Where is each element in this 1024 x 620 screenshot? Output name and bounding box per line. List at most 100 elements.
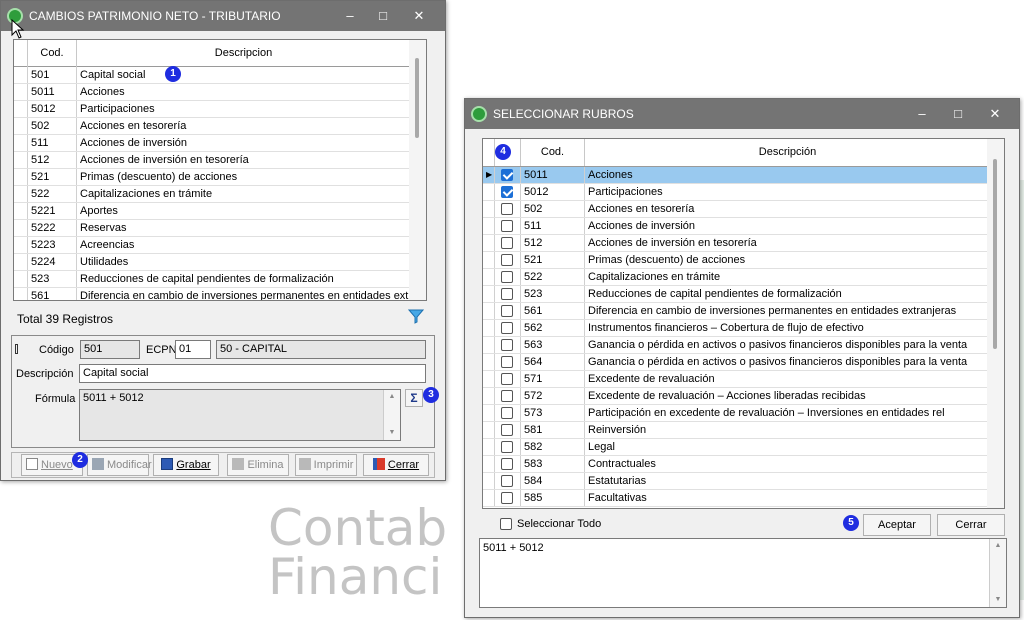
table-row[interactable]: 563 Ganancia o pérdida en activos o pasiv… — [483, 337, 989, 354]
row-checkbox[interactable] — [501, 271, 513, 283]
table-row[interactable]: 522 Capitalizaciones en trámite — [483, 269, 989, 286]
table-row[interactable]: ▶ 5011 Acciones — [483, 167, 989, 184]
row-selector[interactable] — [483, 184, 495, 200]
row-checkbox[interactable] — [501, 169, 513, 181]
modificar-button[interactable]: Modificar — [87, 454, 152, 476]
window2-titlebar[interactable]: SELECCIONAR RUBROS – □ ✕ — [465, 99, 1019, 129]
table-row[interactable]: 5012 Participaciones — [14, 101, 411, 118]
row-selector[interactable] — [483, 218, 495, 234]
row-selector[interactable] — [14, 288, 28, 300]
minimize-button[interactable]: – — [909, 103, 935, 125]
formula-field[interactable]: 5011 + 5012 — [79, 389, 401, 441]
row-selector[interactable] — [14, 135, 28, 151]
row-checkbox[interactable] — [501, 441, 513, 453]
table-scrollbar[interactable] — [409, 40, 426, 300]
row-checkbox[interactable] — [501, 356, 513, 368]
scrollbar-thumb[interactable] — [993, 159, 997, 349]
table-row[interactable]: 5224 Utilidades — [14, 254, 411, 271]
row-checkbox[interactable] — [501, 237, 513, 249]
column-cod[interactable]: Cod. — [521, 139, 585, 166]
row-selector[interactable] — [483, 269, 495, 285]
table-row[interactable]: 562 Instrumentos financieros – Cobertura … — [483, 320, 989, 337]
row-selector[interactable] — [483, 354, 495, 370]
column-descripcion[interactable]: Descripción — [585, 139, 990, 166]
row-checkbox[interactable] — [501, 492, 513, 504]
row-checkbox[interactable] — [501, 288, 513, 300]
cerrar-button[interactable]: Cerrar — [363, 454, 429, 476]
column-descripcion[interactable]: Descripcion — [77, 40, 410, 67]
row-selector[interactable] — [483, 337, 495, 353]
table-scrollbar[interactable] — [987, 139, 1004, 508]
table-row[interactable]: 5222 Reservas — [14, 220, 411, 237]
window1-titlebar[interactable]: CAMBIOS PATRIMONIO NETO - TRIBUTARIO – □… — [1, 1, 445, 31]
table-row[interactable]: 5221 Aportes — [14, 203, 411, 220]
codigo-field[interactable]: 501 — [80, 340, 140, 359]
table-row[interactable]: 564 Ganancia o pérdida en activos o pasiv… — [483, 354, 989, 371]
maximize-button[interactable]: □ — [370, 5, 396, 27]
row-checkbox[interactable] — [501, 475, 513, 487]
row-selector[interactable] — [483, 422, 495, 438]
table-row[interactable]: 521 Primas (descuento) de acciones — [14, 169, 411, 186]
row-selector[interactable] — [14, 220, 28, 236]
row-selector[interactable] — [14, 84, 28, 100]
table-row[interactable]: 511 Acciones de inversión — [483, 218, 989, 235]
table-row[interactable]: 502 Acciones en tesorería — [483, 201, 989, 218]
row-selector[interactable] — [483, 320, 495, 336]
row-checkbox[interactable] — [501, 203, 513, 215]
table-row[interactable]: 561 Diferencia en cambio de inversiones p… — [483, 303, 989, 320]
row-checkbox[interactable] — [501, 220, 513, 232]
scroll-down-icon[interactable]: ▼ — [990, 593, 1006, 607]
table-row[interactable]: 573 Participación en excedente de revalua… — [483, 405, 989, 422]
scroll-up-icon[interactable]: ▲ — [990, 539, 1006, 553]
row-selector[interactable] — [483, 201, 495, 217]
row-selector[interactable] — [14, 203, 28, 219]
table-row[interactable]: 582 Legal — [483, 439, 989, 456]
row-selector[interactable] — [483, 286, 495, 302]
row-selector[interactable] — [483, 405, 495, 421]
descripcion-field[interactable]: Capital social — [79, 364, 426, 383]
row-selector[interactable] — [483, 252, 495, 268]
row-selector[interactable] — [14, 118, 28, 134]
table-row[interactable]: 561 Diferencia en cambio de inversiones p… — [14, 288, 411, 300]
row-selector[interactable] — [483, 473, 495, 489]
close-button[interactable]: ✕ — [982, 103, 1008, 125]
row-checkbox[interactable] — [501, 186, 513, 198]
row-checkbox[interactable] — [501, 373, 513, 385]
row-selector[interactable]: ▶ — [483, 167, 495, 183]
grabar-button[interactable]: Grabar — [153, 454, 219, 476]
row-selector[interactable] — [483, 439, 495, 455]
row-checkbox[interactable] — [501, 424, 513, 436]
table-row[interactable]: 501 Capital social — [14, 67, 411, 84]
minimize-button[interactable]: – — [337, 5, 363, 27]
row-selector[interactable] — [14, 67, 28, 83]
row-selector[interactable] — [14, 271, 28, 287]
row-selector[interactable] — [483, 388, 495, 404]
row-checkbox[interactable] — [501, 305, 513, 317]
table-row[interactable]: 521 Primas (descuento) de acciones — [483, 252, 989, 269]
row-selector[interactable] — [483, 235, 495, 251]
formula-scrollbar[interactable]: ▲ ▼ — [383, 390, 400, 440]
table-row[interactable]: 523 Reducciones de capital pendientes de … — [483, 286, 989, 303]
maximize-button[interactable]: □ — [945, 103, 971, 125]
formula-result-field[interactable]: 5011 + 5012 — [479, 538, 1007, 608]
cerrar-button[interactable]: Cerrar — [937, 514, 1005, 536]
table-row[interactable]: 512 Acciones de inversión en tesorería — [14, 152, 411, 169]
row-selector[interactable] — [483, 371, 495, 387]
table-row[interactable]: 522 Capitalizaciones en trámite — [14, 186, 411, 203]
row-checkbox[interactable] — [501, 322, 513, 334]
table-row[interactable]: 523 Reducciones de capital pendientes de … — [14, 271, 411, 288]
row-selector[interactable] — [14, 169, 28, 185]
imprimir-button[interactable]: Imprimir — [295, 454, 357, 476]
table-row[interactable]: 502 Acciones en tesorería — [14, 118, 411, 135]
row-selector[interactable] — [14, 254, 28, 270]
formula-result-scrollbar[interactable]: ▲ ▼ — [989, 539, 1006, 607]
table-row[interactable]: 511 Acciones de inversión — [14, 135, 411, 152]
elimina-button[interactable]: Elimina — [227, 454, 289, 476]
table-row[interactable]: 512 Acciones de inversión en tesorería — [483, 235, 989, 252]
table-row[interactable]: 5011 Acciones — [14, 84, 411, 101]
row-selector[interactable] — [14, 237, 28, 253]
table-row[interactable]: 581 Reinversión — [483, 422, 989, 439]
row-checkbox[interactable] — [501, 407, 513, 419]
row-selector[interactable] — [14, 101, 28, 117]
aceptar-button[interactable]: Aceptar — [863, 514, 931, 536]
